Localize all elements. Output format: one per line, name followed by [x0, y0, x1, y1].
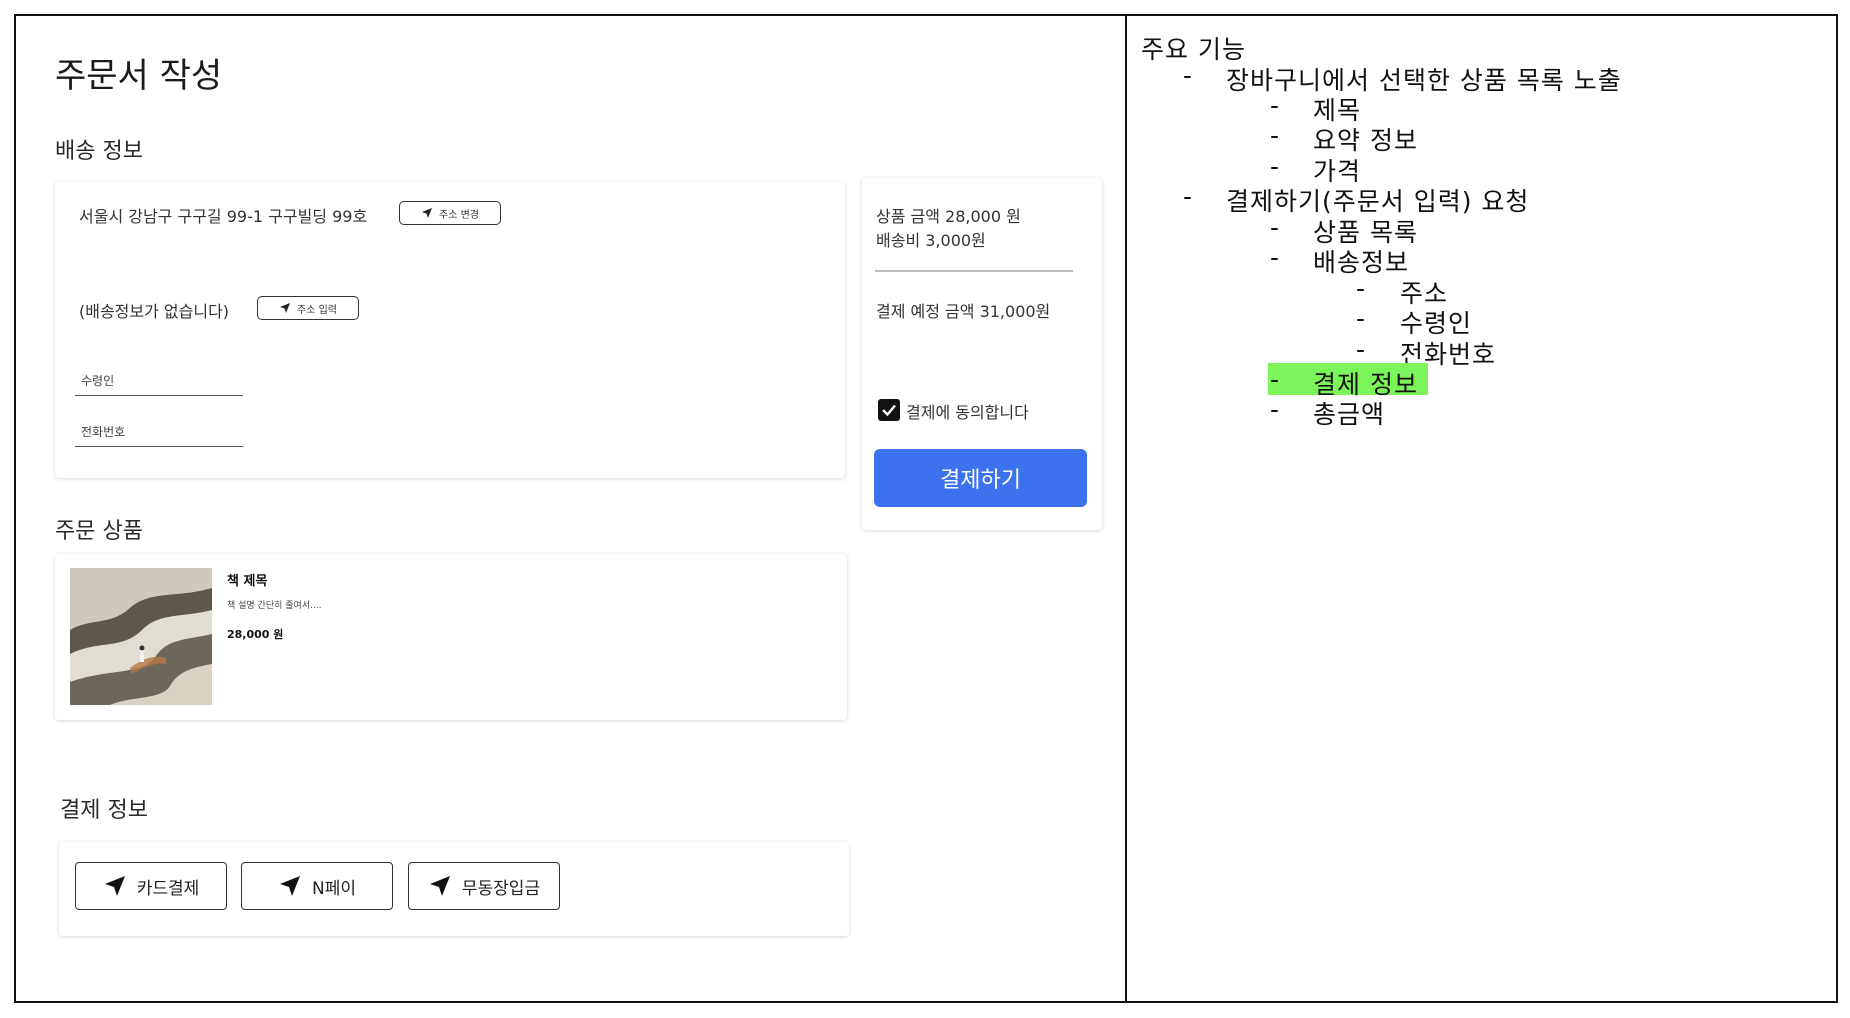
- input-address-button[interactable]: 주소 입력: [257, 296, 359, 320]
- panel-divider: [1125, 14, 1127, 1003]
- product-amount: 상품 금액 28,000 원: [876, 207, 1021, 226]
- no-shipping-info-text: (배송정보가 없습니다): [79, 302, 230, 321]
- summary-divider: [875, 270, 1073, 272]
- shipping-address: 서울시 강남구 구구길 99-1 구구빌딩 99호: [79, 207, 368, 226]
- order-items-section-title: 주문 상품: [55, 519, 143, 544]
- notes-bullet: -: [1183, 61, 1193, 90]
- notes-bullet: -: [1270, 91, 1280, 120]
- navigation-arrow-icon: [280, 876, 300, 896]
- shipping-section-title: 배송 정보: [55, 139, 143, 164]
- notes-bullet: -: [1270, 213, 1280, 242]
- input-address-label: 주소 입력: [297, 304, 337, 316]
- navigation-arrow-icon: [280, 303, 290, 313]
- checkmark-icon: [882, 404, 896, 417]
- item-title: 책 제목: [227, 574, 268, 589]
- notes-item: 장바구니에서 선택한 상품 목록 노출: [1226, 66, 1622, 95]
- card-payment-button[interactable]: 카드결제: [75, 862, 227, 910]
- notes-bullet: -: [1356, 274, 1366, 303]
- library-photo-image: [70, 568, 212, 705]
- card-payment-label: 카드결제: [136, 878, 200, 899]
- notes-bullet: -: [1270, 121, 1280, 150]
- item-description: 책 설명 간단히 줄여서....: [227, 601, 322, 611]
- payment-section-title: 결제 정보: [60, 798, 148, 823]
- change-address-label: 주소 변경: [439, 209, 479, 221]
- product-thumbnail: [70, 568, 212, 705]
- notes-bullet: -: [1356, 304, 1366, 333]
- navigation-arrow-icon: [429, 876, 450, 896]
- shipping-fee: 배송비 3,000원: [876, 231, 986, 250]
- notes-bullet: -: [1270, 365, 1280, 394]
- bank-transfer-label: 무동장입금: [461, 878, 541, 899]
- npay-label: N페이: [312, 878, 356, 899]
- bank-transfer-button[interactable]: 무동장입금: [408, 862, 560, 910]
- npay-button[interactable]: N페이: [241, 862, 393, 910]
- notes-bullet: -: [1356, 335, 1366, 364]
- pay-button[interactable]: 결제하기: [874, 449, 1087, 507]
- agree-checkbox[interactable]: [878, 399, 900, 421]
- recipient-field[interactable]: 수령인: [75, 372, 243, 396]
- navigation-arrow-icon: [422, 208, 432, 218]
- item-price: 28,000 원: [227, 628, 284, 641]
- notes-bullet: -: [1183, 182, 1193, 211]
- phone-field[interactable]: 전화번호: [75, 423, 243, 447]
- change-address-button[interactable]: 주소 변경: [399, 201, 501, 225]
- navigation-arrow-icon: [104, 876, 125, 896]
- notes-item: 총금액: [1313, 400, 1386, 429]
- recipient-label: 수령인: [81, 374, 115, 388]
- notes-bullet: -: [1270, 243, 1280, 272]
- notes-bullet: -: [1270, 395, 1280, 424]
- page-title: 주문서 작성: [55, 56, 223, 96]
- phone-label: 전화번호: [81, 425, 126, 439]
- notes-bullet: -: [1270, 152, 1280, 181]
- expected-total: 결제 예정 금액 31,000원: [876, 302, 1051, 321]
- agree-label: 결제에 동의합니다: [906, 403, 1029, 422]
